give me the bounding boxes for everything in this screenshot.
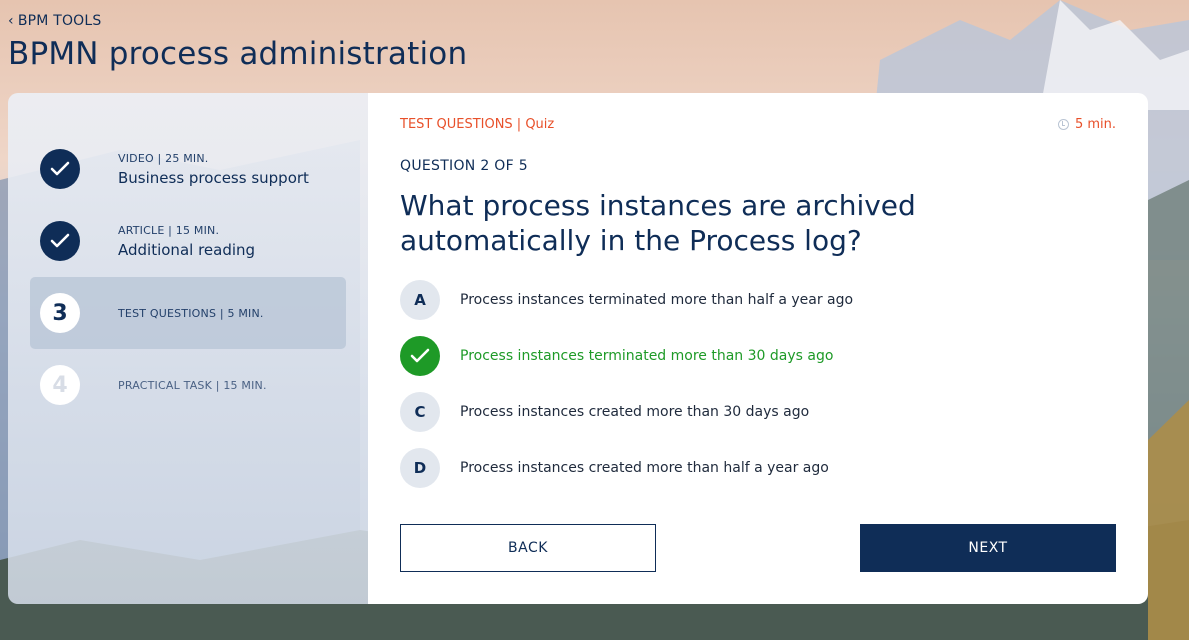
question-text: What process instances are archived auto… (400, 189, 916, 257)
chevron-left-icon: ‹ (8, 13, 14, 29)
answer-option-c[interactable]: C Process instances created more than 30… (400, 392, 1116, 432)
answer-text: Process instances terminated more than 3… (460, 348, 834, 364)
correct-answer-badge (400, 336, 440, 376)
answer-text: Process instances terminated more than h… (460, 292, 854, 308)
step-meta: TEST QUESTIONS | 5 MIN. (118, 306, 264, 320)
step-item-article[interactable]: ARTICLE | 15 MIN. Additional reading (30, 205, 346, 277)
question-counter: QUESTION 2 OF 5 (400, 158, 528, 174)
step-item-practical-task[interactable]: 4 PRACTICAL TASK | 15 MIN. (30, 349, 346, 421)
quiz-duration: 5 min. (1057, 117, 1116, 132)
check-icon (410, 348, 430, 363)
answer-text: Process instances created more than 30 d… (460, 404, 810, 420)
next-button[interactable]: NEXT (860, 524, 1116, 572)
answer-list: A Process instances terminated more than… (400, 280, 1116, 488)
answer-text: Process instances created more than half… (460, 460, 829, 476)
step-meta: PRACTICAL TASK | 15 MIN. (118, 378, 267, 392)
step-title: Business process support (118, 168, 309, 187)
check-icon (50, 161, 70, 176)
step-item-test-questions[interactable]: 3 TEST QUESTIONS | 5 MIN. (30, 277, 346, 349)
answer-letter: A (400, 280, 440, 320)
page-title: BPMN process administration (8, 36, 468, 72)
course-card: VIDEO | 25 MIN. Business process support… (8, 93, 1148, 604)
step-title: Additional reading (118, 240, 256, 259)
duration-label: 5 min. (1074, 117, 1116, 132)
step-number-badge: 4 (40, 365, 80, 405)
back-link-label: BPM TOOLS (17, 13, 102, 29)
quiz-nav-buttons: BACK NEXT (400, 524, 1116, 572)
step-meta: ARTICLE | 15 MIN. (118, 223, 220, 237)
answer-option-a[interactable]: A Process instances terminated more than… (400, 280, 1116, 320)
step-item-video[interactable]: VIDEO | 25 MIN. Business process support (30, 133, 346, 205)
back-button[interactable]: BACK (400, 524, 656, 572)
answer-option-d[interactable]: D Process instances created more than ha… (400, 448, 1116, 488)
clock-icon (1057, 119, 1069, 130)
step-meta: VIDEO | 25 MIN. (118, 151, 209, 165)
quiz-breadcrumb: TEST QUESTIONS | Quiz (400, 117, 555, 132)
quiz-panel: TEST QUESTIONS | Quiz 5 min. QUESTION 2 … (368, 93, 1148, 604)
steps-sidebar: VIDEO | 25 MIN. Business process support… (8, 93, 368, 604)
answer-option-b[interactable]: Process instances terminated more than 3… (400, 336, 1116, 376)
step-done-badge (40, 149, 80, 189)
step-number-badge: 3 (40, 293, 80, 333)
step-done-badge (40, 221, 80, 261)
back-link[interactable]: ‹ BPM TOOLS (8, 13, 101, 29)
answer-letter: C (400, 392, 440, 432)
check-icon (50, 233, 70, 248)
answer-letter: D (400, 448, 440, 488)
